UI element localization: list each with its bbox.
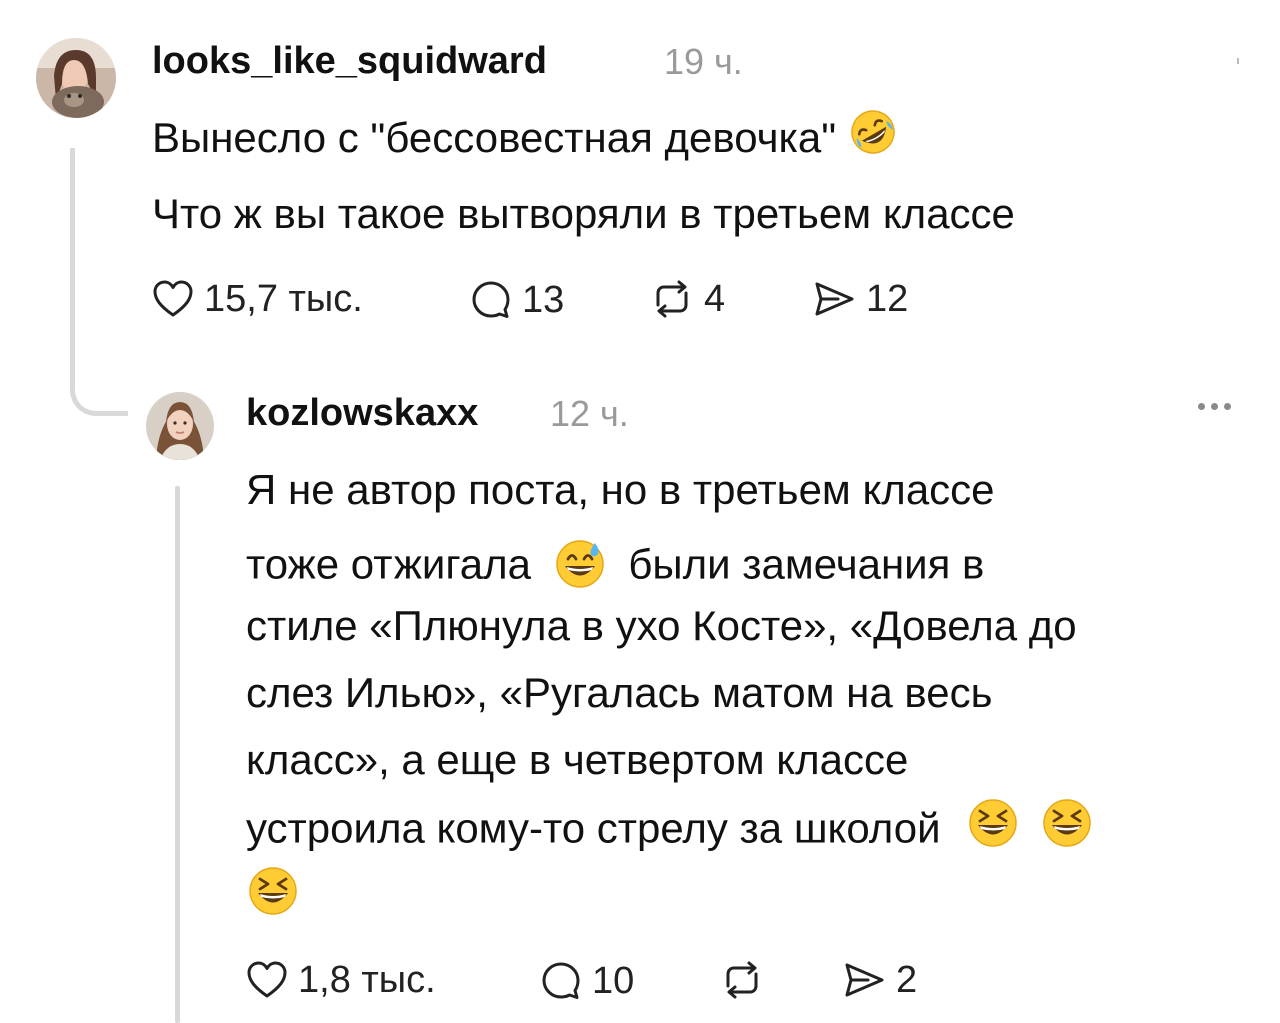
laughing-squinting-icon (246, 864, 300, 923)
laughing-squinting-icon (1040, 796, 1094, 857)
comment-count: 13 (522, 279, 565, 321)
reply-text: устроила кому-то стрелу за школой (246, 804, 941, 852)
share-button[interactable]: 12 (812, 279, 908, 319)
share-button[interactable]: 2 (842, 960, 917, 1000)
comment-count: 10 (592, 960, 635, 1002)
comment-icon (542, 962, 580, 999)
reply-text: стиле «Плюнула в ухо Косте», «Довела до (246, 602, 1077, 649)
reply-text: класс», а еще в четвертом классе (246, 736, 909, 783)
post-text: Что ж вы такое вытворяли в третьем класс… (152, 190, 1015, 237)
share-icon (815, 282, 854, 316)
username[interactable]: kozlowskaxx (246, 394, 478, 432)
reply-text: были замечания в (628, 540, 985, 588)
username[interactable]: looks_like_squidward (152, 42, 547, 80)
avatar[interactable] (36, 38, 116, 118)
avatar[interactable] (146, 392, 214, 460)
more-options-button[interactable] (1198, 403, 1231, 410)
share-count: 12 (866, 278, 909, 320)
like-count: 15,7 тыс. (204, 278, 363, 320)
like-count: 1,8 тыс. (298, 959, 436, 1001)
reply-text: тоже отжигала (246, 540, 532, 588)
post-text: Вынесло с "бессовестная девочка" (152, 114, 837, 161)
reply-text-line: устроила кому-то стрелу за школой (246, 799, 1094, 857)
menu-indicator (1237, 58, 1239, 64)
repost-icon (656, 280, 688, 318)
reply-text: Я не автор поста, но в третьем классе (246, 466, 995, 513)
grinning-sweat-icon (553, 537, 607, 598)
post-text-line: Вынесло с "бессовестная девочка" (152, 110, 898, 164)
comment-button[interactable]: 13 (470, 279, 564, 321)
repost-count: 4 (704, 278, 726, 320)
repost-button[interactable]: 4 (650, 279, 725, 319)
timestamp: 19 ч. (664, 41, 743, 82)
timestamp: 12 ч. (550, 393, 629, 434)
share-icon (845, 963, 884, 997)
reply-text: слез Илью», «Ругалась матом на весь (246, 669, 993, 716)
repost-icon (726, 961, 758, 999)
rolling-on-floor-laughing-icon (848, 107, 898, 164)
comment-button[interactable]: 10 (540, 960, 634, 1002)
thread-connector (70, 148, 128, 416)
dot (1211, 403, 1218, 410)
comment-icon (472, 281, 510, 318)
share-count: 2 (896, 959, 918, 1001)
heart-icon (153, 280, 193, 317)
heart-icon (247, 961, 287, 998)
thread-line (175, 486, 180, 1023)
repost-button[interactable] (720, 960, 774, 1000)
reply-text-line: тоже отжигала были замечания в (246, 537, 984, 598)
laughing-squinting-icon (966, 796, 1020, 857)
like-button[interactable]: 1,8 тыс. (246, 960, 436, 1000)
like-button[interactable]: 15,7 тыс. (152, 279, 363, 319)
dot (1198, 403, 1205, 410)
dot (1224, 403, 1231, 410)
